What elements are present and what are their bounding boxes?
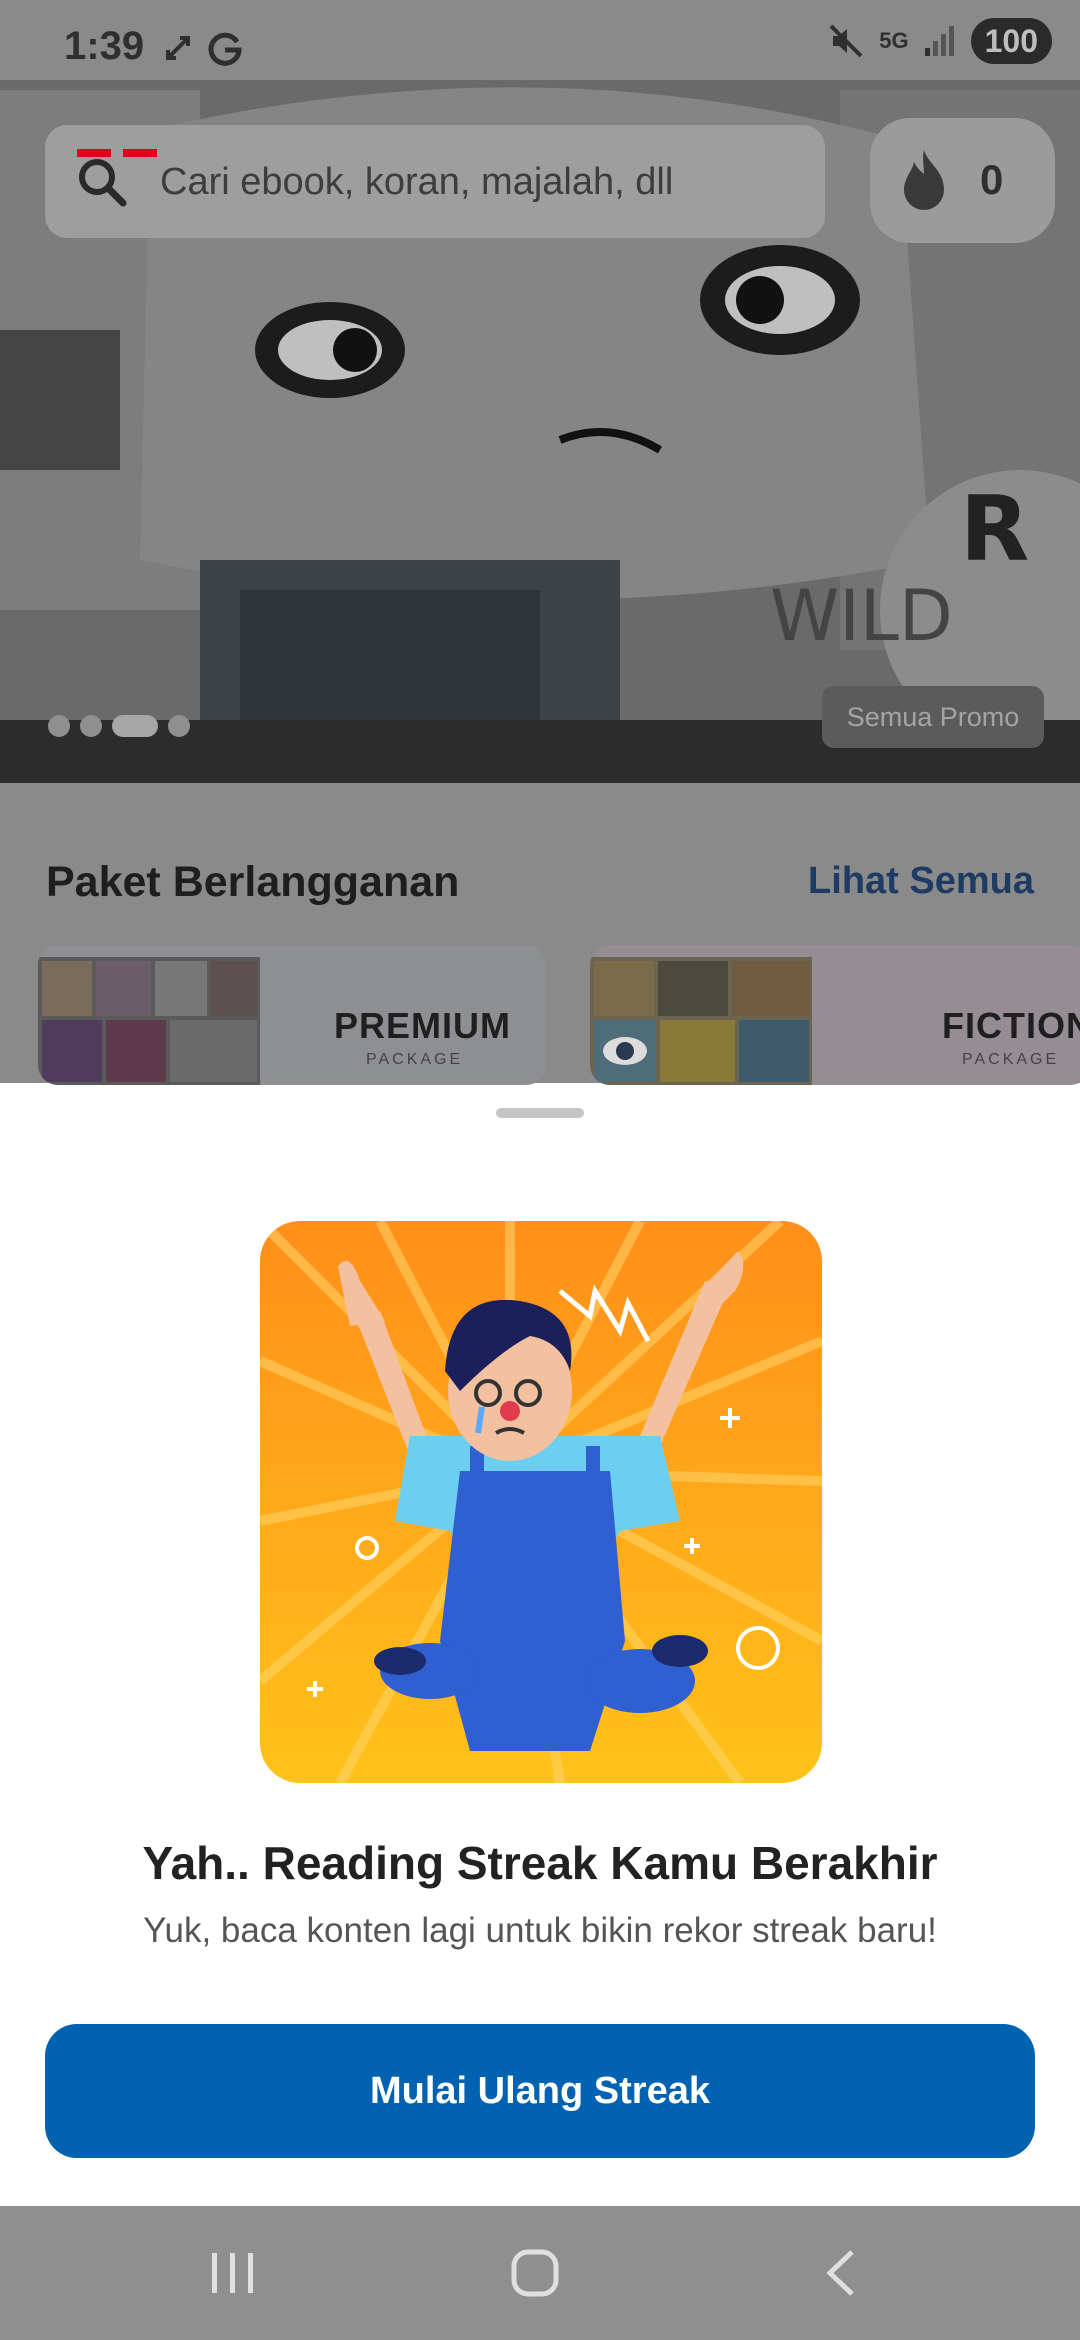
search-placeholder: Cari ebook, koran, majalah, dll — [160, 161, 674, 203]
see-all-link[interactable]: Lihat Semua — [808, 860, 1034, 903]
sad-reader-illustration — [260, 1221, 822, 1783]
mute-icon — [829, 24, 863, 58]
package-sub: PACKAGE — [962, 1051, 1060, 1068]
screen: R WILD 1:39 5G 100 Cari ebook, koran, ma… — [0, 0, 1080, 2340]
package-label: FICTION — [942, 1005, 1080, 1046]
package-cover-image — [38, 957, 260, 1085]
streak-counter[interactable]: 0 — [870, 118, 1055, 243]
package-card-fiction[interactable]: FICTION PACKAGE — [590, 945, 1080, 1085]
svg-text:R: R — [960, 477, 1029, 582]
search-input[interactable]: Cari ebook, koran, majalah, dll — [45, 125, 825, 238]
sheet-subtitle: Yuk, baca konten lagi untuk bikin rekor … — [143, 1911, 937, 1950]
sync-icon — [166, 36, 190, 60]
carousel-dot — [48, 715, 70, 737]
package-card-premium[interactable]: PREMIUM PACKAGE — [38, 945, 546, 1085]
flame-icon — [904, 150, 944, 210]
battery-indicator: 100 — [970, 18, 1052, 64]
sheet-title: Yah.. Reading Streak Kamu Berakhir — [142, 1837, 938, 1889]
home-icon — [511, 2249, 559, 2297]
network-label: 5G — [879, 28, 909, 53]
all-promo-button[interactable]: Semua Promo — [822, 686, 1044, 748]
package-label: PREMIUM — [334, 1005, 511, 1046]
g-icon — [208, 32, 242, 66]
carousel-dot — [168, 715, 190, 737]
streak-ended-sheet: Yah.. Reading Streak Kamu Berakhir Yuk, … — [0, 1086, 1080, 2206]
package-cover-image — [590, 957, 812, 1085]
streak-count: 0 — [980, 156, 1004, 203]
sheet-drag-handle[interactable] — [496, 1108, 584, 1118]
back-icon — [826, 2250, 854, 2296]
system-nav-bar — [0, 2206, 1080, 2340]
status-right: 5G 100 — [827, 18, 1052, 64]
signal-icon — [924, 26, 954, 56]
carousel-dot-active — [112, 715, 158, 737]
search-icon — [79, 159, 127, 207]
home-button[interactable] — [465, 2206, 605, 2340]
recents-button[interactable] — [163, 2206, 303, 2340]
section-title: Paket Berlangganan — [46, 858, 460, 906]
svg-text:WILD: WILD — [770, 575, 953, 657]
status-time: 1:39 — [64, 24, 145, 68]
restart-streak-button[interactable]: Mulai Ulang Streak — [45, 2024, 1035, 2158]
carousel-indicator — [48, 715, 190, 737]
recents-icon — [212, 2253, 253, 2293]
illustration-art — [260, 1221, 822, 1783]
package-sub: PACKAGE — [366, 1051, 464, 1068]
back-button[interactable] — [770, 2206, 910, 2340]
status-bar: 1:39 5G 100 — [0, 0, 1080, 80]
carousel-dot — [80, 715, 102, 737]
